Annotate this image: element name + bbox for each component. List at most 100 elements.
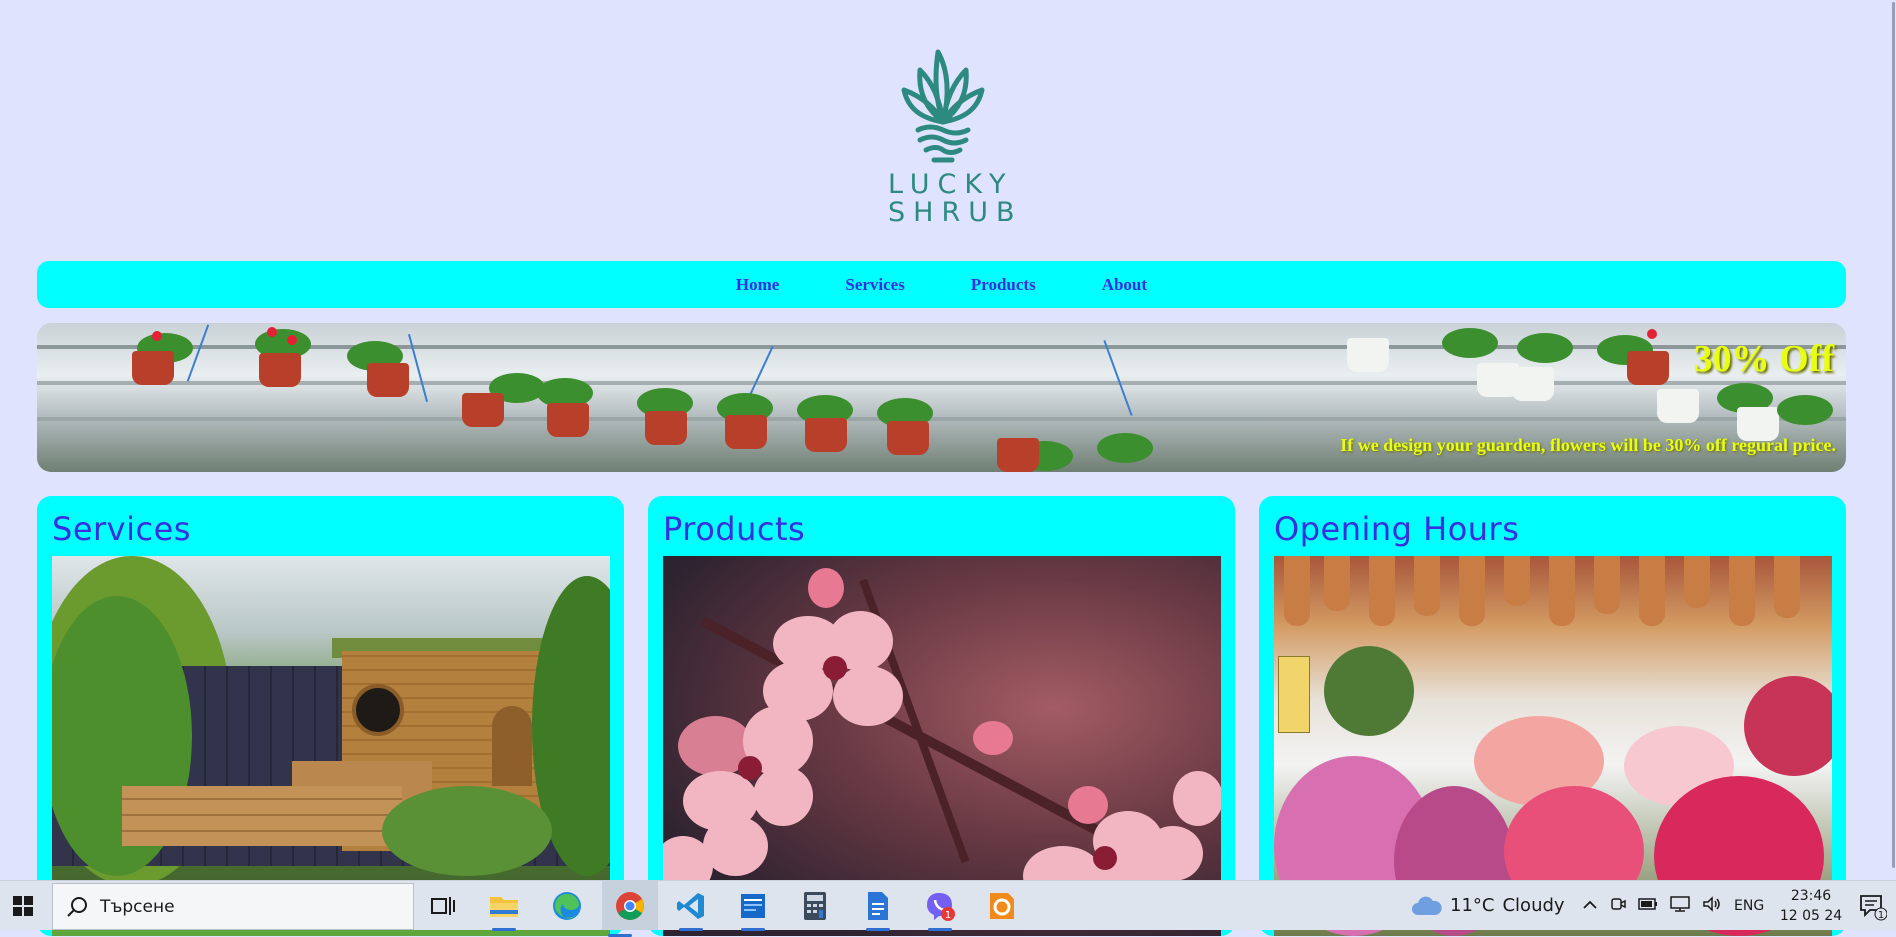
taskbar-search[interactable]: Търсене bbox=[52, 883, 414, 930]
hanging-dried-flowers bbox=[1774, 556, 1800, 618]
start-button[interactable] bbox=[0, 881, 46, 930]
hanging-dried-flowers bbox=[1414, 556, 1440, 616]
hanging-dried-flowers bbox=[1594, 556, 1620, 614]
price-sign bbox=[1278, 656, 1310, 733]
weather-condition: Cloudy bbox=[1502, 895, 1565, 916]
greenhouse-beam bbox=[37, 381, 1846, 385]
flower-pot-white bbox=[1512, 367, 1554, 401]
promo-banner: 30% Off If we design your guarden, flowe… bbox=[37, 323, 1846, 472]
flower-bloom bbox=[267, 327, 277, 337]
opening-hours-card: Opening Hours bbox=[1259, 496, 1846, 936]
chrome-icon bbox=[616, 891, 644, 920]
hanging-dried-flowers bbox=[1284, 556, 1310, 626]
flower-center bbox=[738, 756, 762, 780]
system-tray: ENG bbox=[1582, 881, 1764, 930]
opening-hours-image bbox=[1274, 556, 1832, 936]
brand-name: LUCKY SHRUB bbox=[880, 169, 1015, 227]
shed-window bbox=[352, 684, 404, 736]
flower-bloom bbox=[1647, 329, 1657, 339]
flower-bud bbox=[1173, 771, 1221, 826]
language-indicator[interactable]: ENG bbox=[1734, 898, 1764, 914]
nav-services[interactable]: Services bbox=[845, 275, 904, 295]
notification-icon: 1 bbox=[1860, 895, 1888, 921]
document-app-button[interactable] bbox=[860, 888, 896, 931]
hanging-dried-flowers bbox=[1729, 556, 1755, 626]
clock-date: 12 05 24 bbox=[1779, 908, 1843, 924]
chevron-up-icon[interactable] bbox=[1582, 898, 1598, 914]
window-app-icon bbox=[741, 894, 765, 918]
weather-widget[interactable]: 11°C Cloudy bbox=[1410, 881, 1565, 930]
notification-center-button[interactable]: 1 bbox=[1857, 891, 1888, 921]
flower-pot bbox=[547, 403, 589, 437]
flower-bud bbox=[1068, 786, 1108, 824]
flower-pot bbox=[997, 438, 1039, 472]
network-icon[interactable] bbox=[1670, 895, 1690, 916]
brand-line-1: LUCKY bbox=[888, 169, 1014, 200]
flower-pot bbox=[887, 421, 929, 455]
notification-count: 1 bbox=[1878, 910, 1884, 921]
shed-door bbox=[492, 706, 532, 786]
opening-hours-title: Opening Hours bbox=[1274, 510, 1520, 548]
flower-pot bbox=[645, 411, 687, 445]
hanging-dried-flowers bbox=[1459, 556, 1485, 626]
vscode-icon bbox=[677, 893, 704, 919]
hanging-dried-flowers bbox=[1504, 556, 1530, 606]
flower-center bbox=[1093, 846, 1117, 870]
flower-pot-white bbox=[1657, 389, 1699, 423]
flower-pot-white bbox=[1347, 338, 1389, 372]
hanging-dried-flowers bbox=[1324, 556, 1350, 611]
viber-badge: 1 bbox=[945, 910, 951, 921]
viber-button[interactable]: 1 bbox=[922, 888, 958, 931]
flower-pot bbox=[1627, 351, 1669, 385]
search-icon bbox=[67, 896, 87, 917]
clock[interactable]: 23:46 12 05 24 bbox=[1776, 886, 1846, 926]
task-view-icon bbox=[431, 897, 455, 915]
hanging-dried-flowers bbox=[1684, 556, 1710, 608]
file-explorer-button[interactable] bbox=[486, 888, 522, 931]
battery-icon[interactable] bbox=[1638, 897, 1658, 914]
wooden-bench bbox=[122, 786, 402, 846]
app-window-button[interactable] bbox=[735, 888, 771, 931]
site-logo[interactable]: LUCKY SHRUB bbox=[880, 40, 1015, 235]
page-scrollbar[interactable] bbox=[1890, 0, 1896, 880]
nav-about[interactable]: About bbox=[1102, 275, 1147, 295]
meeting-icon[interactable] bbox=[1610, 896, 1626, 916]
calculator-button[interactable] bbox=[797, 888, 833, 924]
notes-app-button[interactable] bbox=[984, 888, 1020, 924]
flower-center bbox=[823, 656, 847, 680]
services-title: Services bbox=[52, 510, 191, 548]
hanging-wire bbox=[1103, 340, 1133, 416]
chrome-button[interactable] bbox=[602, 881, 658, 937]
vscode-button[interactable] bbox=[673, 888, 709, 931]
products-card: Products bbox=[648, 496, 1235, 936]
greenhouse-beam bbox=[37, 417, 1846, 421]
shrub-logo-icon bbox=[901, 49, 984, 163]
nav-home[interactable]: Home bbox=[736, 275, 779, 295]
hanging-dried-flowers bbox=[1369, 556, 1395, 626]
flower-pot bbox=[259, 353, 301, 387]
flower-pot bbox=[805, 418, 847, 452]
task-view-button[interactable] bbox=[425, 888, 461, 924]
nav-products[interactable]: Products bbox=[971, 275, 1036, 295]
windows-logo-icon bbox=[13, 895, 33, 916]
edge-button[interactable] bbox=[549, 888, 585, 924]
weather-temperature: 11°C bbox=[1450, 895, 1495, 916]
document-icon bbox=[868, 892, 888, 920]
volume-icon[interactable] bbox=[1702, 895, 1722, 916]
greenery bbox=[1324, 646, 1414, 736]
flower-pot bbox=[132, 351, 174, 385]
services-card: Services bbox=[37, 496, 624, 936]
products-image bbox=[663, 556, 1221, 936]
orange-app-icon bbox=[990, 893, 1014, 919]
plant-foliage bbox=[1097, 433, 1153, 463]
viber-icon: 1 bbox=[927, 893, 955, 921]
promo-title: 30% Off bbox=[1693, 338, 1834, 380]
flower-bloom bbox=[287, 335, 297, 345]
flower-pot bbox=[462, 393, 504, 427]
hanging-dried-flowers bbox=[1549, 556, 1575, 626]
plant-foliage bbox=[1442, 328, 1498, 358]
calculator-icon bbox=[804, 892, 826, 920]
folder-icon bbox=[490, 897, 518, 917]
hanging-dried-flowers bbox=[1639, 556, 1665, 626]
plant-foliage bbox=[1517, 333, 1573, 363]
